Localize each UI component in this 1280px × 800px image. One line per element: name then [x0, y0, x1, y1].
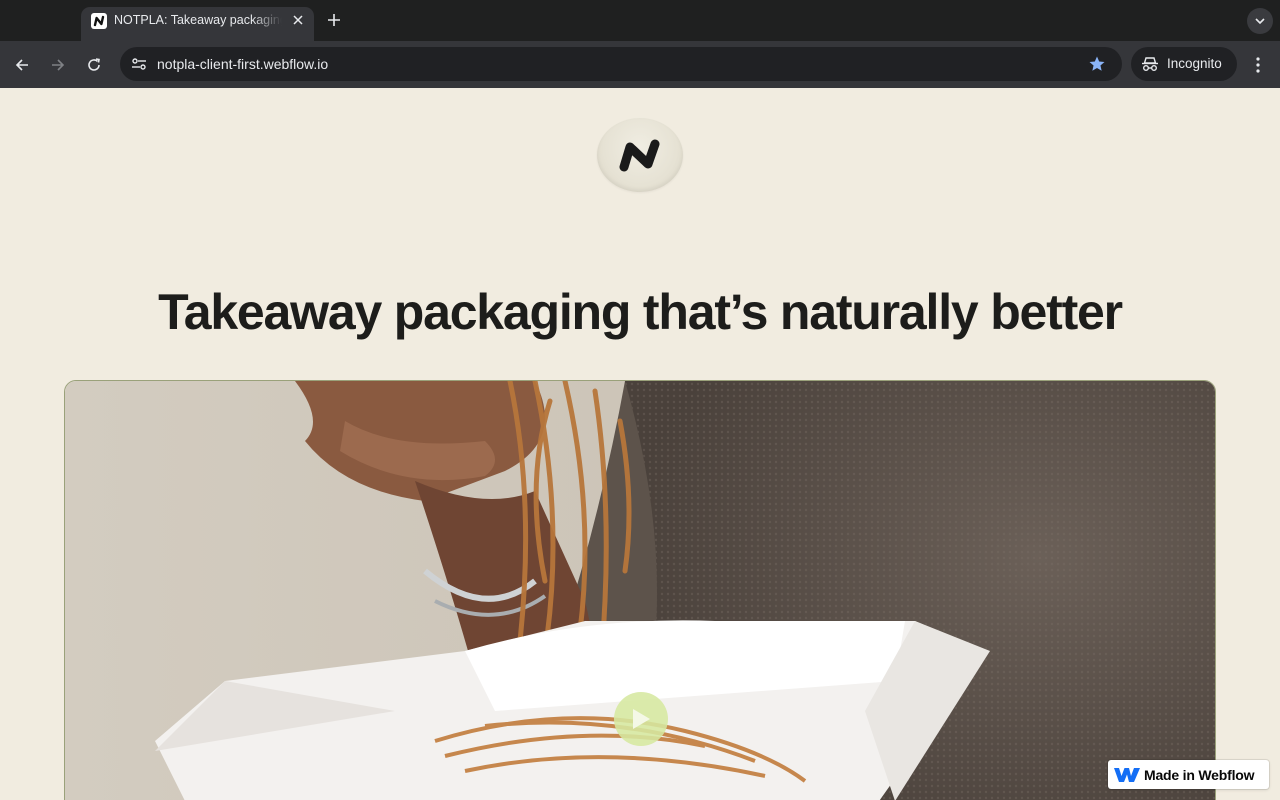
play-icon[interactable]: [614, 692, 668, 746]
chevron-down-icon[interactable]: [1247, 8, 1273, 34]
back-arrow-icon[interactable]: [8, 51, 36, 79]
made-in-webflow-badge[interactable]: Made in Webflow: [1108, 760, 1269, 789]
forward-arrow-icon[interactable]: [44, 51, 72, 79]
tab-notpla[interactable]: NOTPLA: Takeaway packaging that's natura…: [81, 7, 314, 41]
address-bar[interactable]: notpla-client-first.webflow.io: [120, 47, 1122, 81]
kebab-menu-icon[interactable]: [1245, 51, 1271, 79]
incognito-label: Incognito: [1167, 56, 1222, 71]
plus-icon[interactable]: [322, 8, 346, 32]
star-icon[interactable]: [1086, 53, 1108, 75]
incognito-icon: [1142, 57, 1158, 71]
tab-title: NOTPLA: Takeaway packaging that's natura…: [114, 13, 282, 27]
webflow-logo-icon: [1114, 768, 1140, 782]
tab-strip: NOTPLA: Takeaway packaging that's natura…: [0, 0, 1280, 41]
reload-icon[interactable]: [80, 51, 108, 79]
notpla-logo-link[interactable]: [597, 118, 683, 192]
tune-icon[interactable]: [127, 52, 151, 76]
close-tab-icon[interactable]: [289, 11, 307, 29]
url-text: notpla-client-first.webflow.io: [157, 56, 329, 72]
browser-toolbar: notpla-client-first.webflow.io Incognito: [0, 41, 1280, 88]
webflow-badge-label: Made in Webflow: [1144, 767, 1255, 783]
incognito-profile-button[interactable]: Incognito: [1131, 47, 1237, 81]
notpla-favicon-icon: [91, 13, 107, 29]
hero-headline: Takeaway packaging that’s naturally bett…: [158, 284, 1123, 340]
notpla-logo-icon: [619, 139, 660, 172]
hero-video[interactable]: [64, 380, 1216, 800]
